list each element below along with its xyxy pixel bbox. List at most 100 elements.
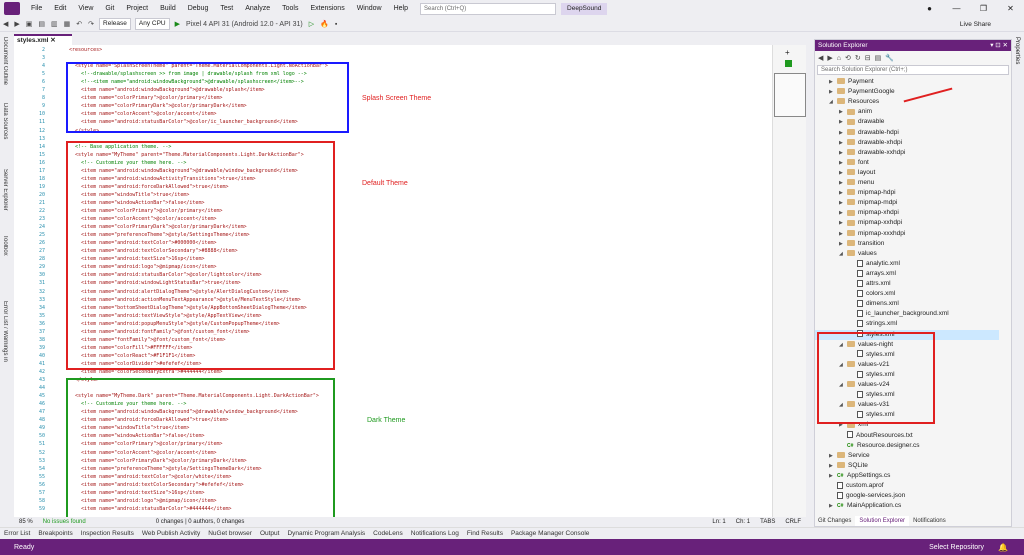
forward-icon[interactable]: ▶ [11, 20, 22, 28]
split-icon[interactable]: + [785, 48, 790, 57]
expand-arrow-icon[interactable]: ▶ [839, 128, 847, 138]
tree-item[interactable]: ▶ mipmap-mdpi [815, 198, 999, 208]
tab-solution-explorer[interactable]: Solution Explorer [855, 516, 910, 526]
collapse-icon[interactable]: ⊟ [865, 54, 871, 62]
expand-arrow-icon[interactable]: ▶ [839, 229, 847, 239]
forward-icon[interactable]: ▶ [827, 54, 832, 62]
menu-item-help[interactable]: Help [388, 0, 414, 17]
live-share-button[interactable]: Live Share [960, 21, 991, 28]
tree-item[interactable]: ic_launcher_background.xml [815, 309, 999, 319]
tree-item[interactable]: ▶ drawable-xhdpi [815, 138, 999, 148]
bottom-tab-dynamic-program-analysis[interactable]: Dynamic Program Analysis [283, 530, 369, 537]
zoom-level[interactable]: 85 % [14, 519, 38, 525]
left-tab[interactable]: Server Explorer [2, 169, 8, 231]
expand-arrow-icon[interactable]: ▶ [839, 148, 847, 158]
bottom-tab-breakpoints[interactable]: Breakpoints [34, 530, 76, 537]
tab-git-changes[interactable]: Git Changes [814, 516, 855, 526]
tree-item[interactable]: attrs.xml [815, 279, 999, 289]
tree-item[interactable]: ▶ transition [815, 239, 999, 249]
save-all-icon[interactable]: ▦ [61, 20, 74, 28]
expand-arrow-icon[interactable]: ▶ [829, 451, 837, 461]
expand-arrow-icon[interactable]: ▶ [839, 208, 847, 218]
menu-item-git[interactable]: Git [99, 0, 120, 17]
show-all-files-icon[interactable]: ▤ [875, 54, 882, 62]
tree-item[interactable]: colors.xml [815, 289, 999, 299]
tree-item[interactable]: analytic.xml [815, 259, 999, 269]
code-editor[interactable]: 2 3 4 5 6 7 8 9 10 11 12 13 14 15 16 17 18 19 20 21 22 23 24 25… [14, 45, 772, 517]
notifications-bell-icon[interactable]: 🔔 [998, 543, 1008, 552]
back-icon[interactable]: ◀ [0, 20, 11, 28]
editor-scroll-map[interactable]: + [772, 45, 806, 517]
tab-styles-xml[interactable]: styles.xml ✕ [14, 34, 72, 45]
tree-item[interactable]: AboutResources.txt [815, 431, 999, 441]
tree-item[interactable]: ▶ menu [815, 178, 999, 188]
bottom-tab-web-publish-activity[interactable]: Web Publish Activity [138, 530, 204, 537]
new-item-icon[interactable]: ▣ [23, 20, 36, 28]
tree-item[interactable]: ▶ C# AppSettings.cs [815, 471, 999, 481]
home-icon[interactable]: ⌂ [837, 55, 841, 62]
expand-arrow-icon[interactable]: ▶ [839, 198, 847, 208]
bottom-tab-package-manager-console[interactable]: Package Manager Console [507, 530, 593, 537]
expand-arrow-icon[interactable]: ▶ [839, 178, 847, 188]
tree-item[interactable]: ▶ drawable-xxhdpi [815, 148, 999, 158]
tree-item[interactable]: ▶ mipmap-hdpi [815, 188, 999, 198]
properties-icon[interactable]: 🔧 [885, 54, 894, 62]
bottom-tab-notifications-log[interactable]: Notifications Log [407, 530, 463, 537]
tree-item[interactable]: ▶ drawable [815, 117, 999, 127]
tree-item[interactable]: strings.xml [815, 319, 999, 329]
expand-arrow-icon[interactable]: ▶ [829, 77, 837, 87]
expand-arrow-icon[interactable]: ▶ [839, 218, 847, 228]
left-tab[interactable]: Data Sources [2, 103, 8, 165]
menu-item-view[interactable]: View [72, 0, 99, 17]
start-without-debug-icon[interactable]: ▷ [306, 20, 317, 28]
bottom-tab-output[interactable]: Output [256, 530, 284, 537]
tree-item[interactable]: custom.aprof [815, 481, 999, 491]
tab-notifications[interactable]: Notifications [909, 516, 950, 526]
eol-indicator[interactable]: CRLF [780, 519, 806, 525]
close-icon[interactable]: ✕ [50, 37, 55, 44]
panel-controls-icon[interactable]: ▾ ⊡ ✕ [990, 40, 1008, 51]
account-icon[interactable]: ● [916, 0, 943, 17]
redo-icon[interactable]: ↷ [85, 20, 97, 28]
tabs-indicator[interactable]: TABS [755, 519, 780, 525]
tree-item[interactable]: ▶ C# MainApplication.cs [815, 501, 999, 511]
sync-icon[interactable]: ⟲ [845, 54, 851, 62]
tree-item[interactable]: ▶ mipmap-xxhdpi [815, 218, 999, 228]
collapse-arrow-icon[interactable]: ◢ [839, 249, 847, 259]
menu-item-debug[interactable]: Debug [182, 0, 215, 17]
bottom-tab-nuget-browser[interactable]: NuGet browser [204, 530, 256, 537]
menu-item-build[interactable]: Build [154, 0, 182, 17]
tree-item[interactable]: ▶ font [815, 158, 999, 168]
expand-arrow-icon[interactable]: ▶ [829, 471, 837, 481]
maximize-icon[interactable]: ❐ [970, 0, 997, 17]
menu-item-file[interactable]: File [25, 0, 48, 17]
tree-item[interactable]: arrays.xml [815, 269, 999, 279]
select-repository-button[interactable]: Select Repository [929, 544, 984, 551]
menu-item-project[interactable]: Project [120, 0, 154, 17]
collapse-arrow-icon[interactable]: ◢ [829, 97, 837, 107]
hot-reload-icon[interactable]: 🔥 [317, 20, 332, 28]
back-icon[interactable]: ◀ [818, 54, 823, 62]
tree-item[interactable]: ▶ layout [815, 168, 999, 178]
expand-arrow-icon[interactable]: ▶ [839, 168, 847, 178]
issues-status[interactable]: No issues found [38, 519, 91, 525]
expand-arrow-icon[interactable]: ▶ [839, 188, 847, 198]
run-icon[interactable]: ▶ [172, 20, 183, 28]
menu-item-window[interactable]: Window [351, 0, 388, 17]
expand-arrow-icon[interactable]: ▶ [829, 501, 837, 511]
scroll-viewport[interactable] [774, 73, 806, 117]
expand-arrow-icon[interactable]: ▶ [839, 138, 847, 148]
bottom-tab-find-results[interactable]: Find Results [463, 530, 507, 537]
configuration-dropdown[interactable]: Release [99, 18, 131, 30]
platform-dropdown[interactable]: Any CPU [134, 18, 170, 30]
expand-arrow-icon[interactable]: ▶ [829, 87, 837, 97]
tree-item[interactable]: ▶ drawable-hdpi [815, 128, 999, 138]
tree-item[interactable]: ▶ Payment [815, 77, 999, 87]
toolbar-misc-icon[interactable]: ▪ [332, 21, 340, 28]
tree-item[interactable]: ▶ mipmap-xhdpi [815, 208, 999, 218]
device-dropdown[interactable]: Pixel 4 API 31 (Android 12.0 - API 31) [183, 21, 306, 28]
tree-item[interactable]: ▶ PaymentGoogle [815, 87, 999, 97]
left-tab[interactable]: Toolbox [2, 235, 8, 297]
tree-item[interactable]: google-services.json [815, 491, 999, 501]
open-icon[interactable]: ▤ [35, 20, 48, 28]
